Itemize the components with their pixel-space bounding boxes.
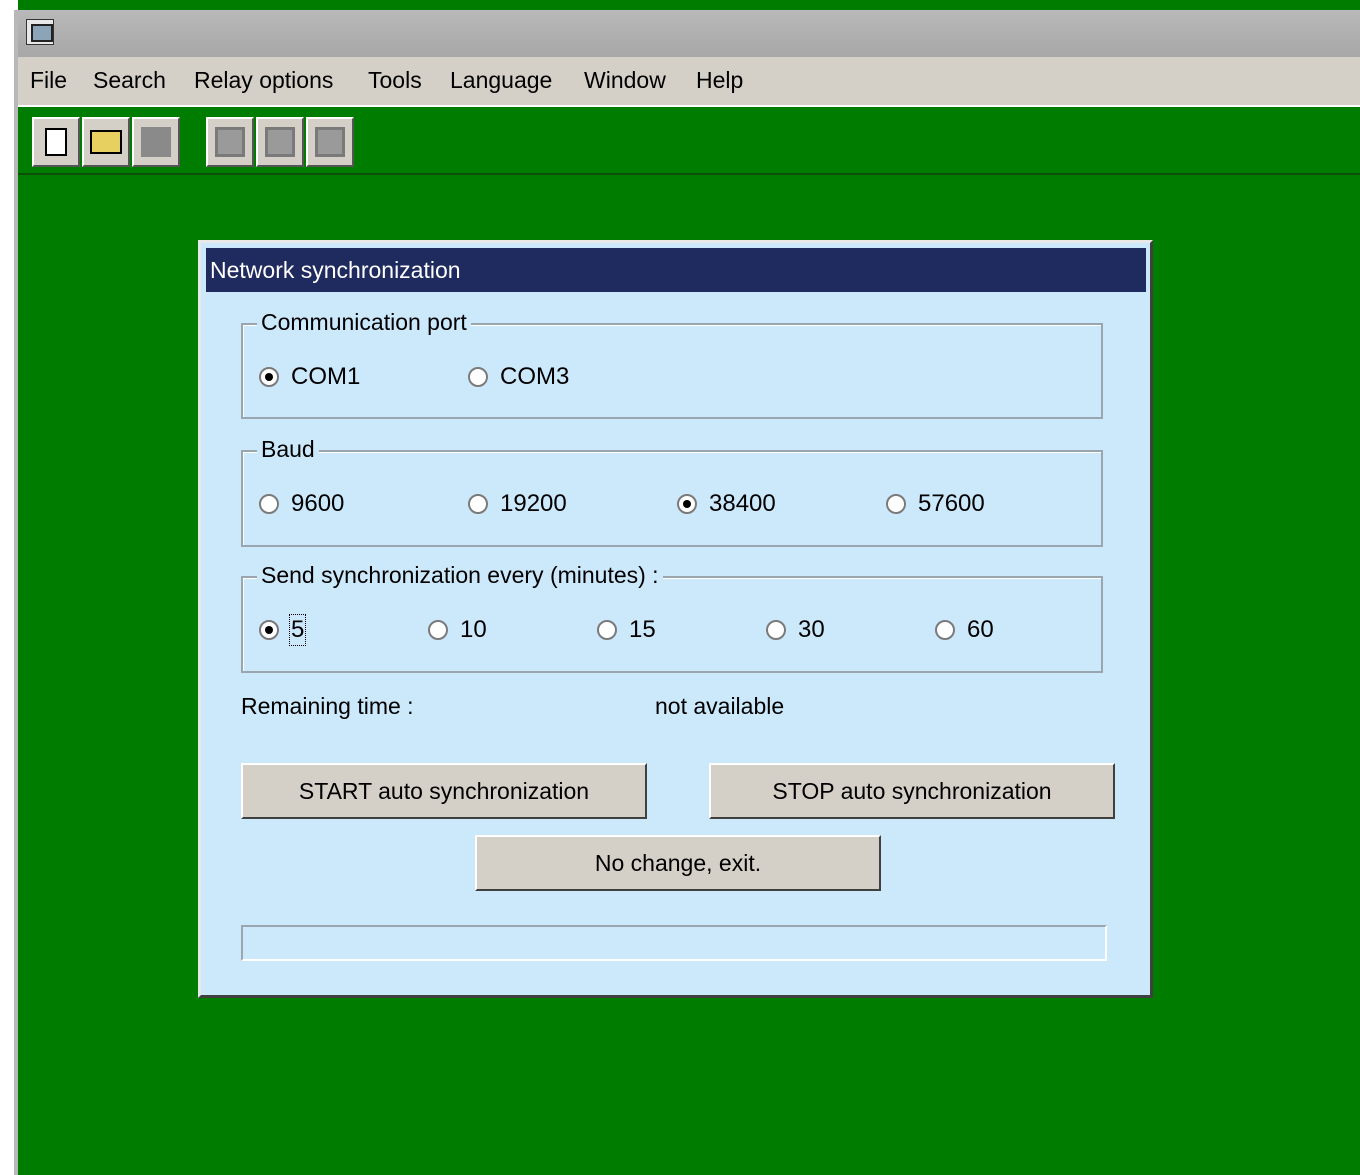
radio-com1[interactable]: COM1: [259, 363, 360, 391]
radio-baud-9600[interactable]: 9600: [259, 490, 344, 518]
menu-search[interactable]: Search: [93, 67, 166, 94]
radio-circle[interactable]: [428, 620, 448, 640]
menu-tools[interactable]: Tools: [368, 67, 422, 94]
baud-group: Baud 9600 19200 38400 57600: [241, 436, 1103, 547]
radio-interval-15[interactable]: 15: [597, 616, 656, 644]
radio-baud-57600[interactable]: 57600: [886, 490, 985, 518]
menu-relay-options[interactable]: Relay options: [194, 67, 333, 94]
interval-legend: Send synchronization every (minutes) :: [257, 562, 663, 589]
radio-circle[interactable]: [259, 620, 279, 640]
relay-icon: [215, 127, 245, 157]
open-button[interactable]: [82, 117, 130, 167]
radio-label: 19200: [500, 490, 567, 517]
start-sync-button[interactable]: START auto synchronization: [241, 763, 647, 819]
grid-button[interactable]: [256, 117, 304, 167]
radio-label: 5: [288, 614, 307, 646]
radio-label: 30: [798, 616, 825, 643]
comm-port-group: Communication port COM1 COM3: [241, 309, 1103, 419]
radio-label: 10: [460, 616, 487, 643]
grid-icon: [265, 127, 295, 157]
radio-circle[interactable]: [935, 620, 955, 640]
radio-circle[interactable]: [677, 494, 697, 514]
save-icon: [141, 127, 171, 157]
radio-interval-60[interactable]: 60: [935, 616, 994, 644]
radio-label: 9600: [291, 490, 345, 517]
radio-baud-38400[interactable]: 38400: [677, 490, 776, 518]
table-icon: [315, 127, 345, 157]
radio-label: 60: [967, 616, 994, 643]
toolbar-file-group: [32, 117, 180, 171]
radio-interval-30[interactable]: 30: [766, 616, 825, 644]
radio-interval-5[interactable]: 5: [259, 614, 307, 646]
radio-label: 38400: [709, 490, 776, 517]
stop-sync-button[interactable]: STOP auto synchronization: [709, 763, 1115, 819]
radio-baud-19200[interactable]: 19200: [468, 490, 567, 518]
radio-interval-10[interactable]: 10: [428, 616, 487, 644]
toolbar: [18, 107, 1360, 175]
network-sync-dialog: Network synchronization Communication po…: [198, 240, 1153, 998]
radio-circle[interactable]: [597, 620, 617, 640]
radio-label: 57600: [918, 490, 985, 517]
new-button[interactable]: [32, 117, 80, 167]
radio-com3[interactable]: COM3: [468, 363, 569, 391]
save-button[interactable]: [132, 117, 180, 167]
relay-button[interactable]: [206, 117, 254, 167]
open-folder-icon: [90, 130, 122, 154]
interval-group: Send synchronization every (minutes) : 5…: [241, 562, 1103, 673]
radio-circle[interactable]: [766, 620, 786, 640]
app-icon[interactable]: [26, 19, 54, 45]
radio-label: 15: [629, 616, 656, 643]
table-button[interactable]: [306, 117, 354, 167]
toolbar-relay-group: [206, 117, 354, 171]
radio-circle[interactable]: [886, 494, 906, 514]
status-field: [241, 925, 1107, 961]
radio-circle[interactable]: [259, 367, 279, 387]
comm-port-legend: Communication port: [257, 309, 471, 336]
menu-help[interactable]: Help: [696, 67, 743, 94]
radio-circle[interactable]: [259, 494, 279, 514]
baud-legend: Baud: [257, 436, 319, 463]
window-titlebar[interactable]: [18, 10, 1360, 57]
remaining-time-label: Remaining time :: [241, 693, 414, 719]
remaining-time-value: not available: [655, 693, 785, 719]
exit-button[interactable]: No change, exit.: [475, 835, 881, 891]
dialog-title[interactable]: Network synchronization: [206, 248, 1146, 292]
new-document-icon: [45, 128, 67, 156]
radio-circle[interactable]: [468, 367, 488, 387]
menu-window[interactable]: Window: [584, 67, 666, 94]
menu-language[interactable]: Language: [450, 67, 552, 94]
menu-bar: File Search Relay options Tools Language…: [18, 57, 1360, 107]
radio-circle[interactable]: [468, 494, 488, 514]
menu-file[interactable]: File: [30, 67, 67, 94]
radio-label: COM3: [500, 363, 570, 390]
radio-label: COM1: [291, 363, 361, 390]
